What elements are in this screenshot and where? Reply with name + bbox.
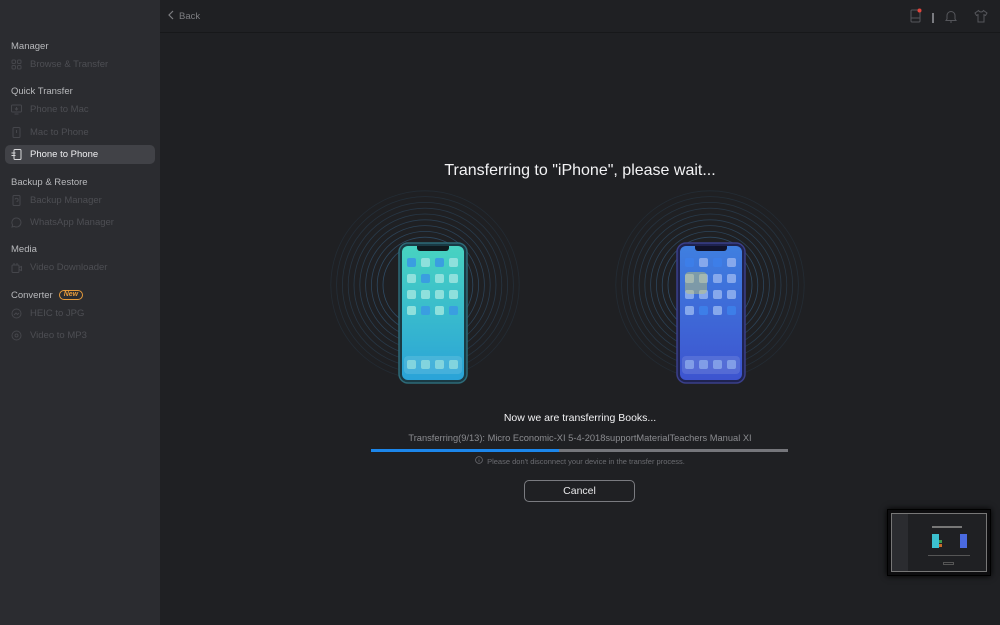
section-title-quick-transfer: Quick Transfer xyxy=(11,86,73,98)
sidebar-item-backup-manager[interactable]: Backup Manager xyxy=(5,191,155,210)
sidebar-item-whatsapp-manager[interactable]: WhatsApp Manager xyxy=(5,213,155,232)
app-icon xyxy=(449,258,458,267)
target-phone xyxy=(676,242,746,389)
phone-transfer-icon xyxy=(11,149,22,161)
app-icon xyxy=(421,274,430,283)
section-title-converter: Converter New xyxy=(0,287,160,304)
tshirt-icon[interactable] xyxy=(974,9,988,28)
app-icon xyxy=(699,258,708,267)
progress-fill xyxy=(371,449,559,452)
app-icon xyxy=(713,306,722,315)
app-icon xyxy=(449,274,458,283)
section-title-manager: Manager xyxy=(11,41,49,52)
app-icon xyxy=(727,258,736,267)
app-icon xyxy=(685,258,694,267)
toolbar-separator xyxy=(932,13,934,23)
monitor-icon xyxy=(11,104,22,115)
backup-icon xyxy=(11,194,22,206)
app-icon xyxy=(435,258,444,267)
section-title-media: Media xyxy=(11,244,37,256)
toolbar-icons xyxy=(910,8,988,28)
grid-icon xyxy=(11,59,22,70)
back-button[interactable]: Back xyxy=(168,10,200,23)
app-icon xyxy=(421,290,430,299)
cancel-button[interactable]: Cancel xyxy=(524,480,635,502)
whatsapp-icon xyxy=(11,217,22,228)
app-icon xyxy=(435,306,444,315)
app-icon xyxy=(435,290,444,299)
topbar: Back xyxy=(160,0,1000,33)
transfer-subtitle: Now we are transferring Books... xyxy=(503,412,657,424)
app-icon xyxy=(449,290,458,299)
transferring-item-icon xyxy=(685,272,707,294)
phone-icon xyxy=(11,126,22,138)
sidebar-item-video-to-mp3[interactable]: Video to MP3 xyxy=(5,326,155,345)
app-icon xyxy=(449,306,458,315)
sidebar-item-mac-to-phone[interactable]: Mac to Phone xyxy=(5,123,155,142)
screen-preview-thumbnail[interactable] xyxy=(887,509,991,576)
app-icon xyxy=(727,290,736,299)
app-icon xyxy=(685,306,694,315)
music-convert-icon xyxy=(11,330,22,341)
app-icon xyxy=(421,258,430,267)
sidebar-item-phone-to-phone[interactable]: Phone to Phone xyxy=(5,145,155,165)
transfer-progress-bar xyxy=(371,449,788,452)
device-icon[interactable] xyxy=(910,8,922,28)
app-icon xyxy=(407,306,416,315)
sidebar-item-heic-to-jpg[interactable]: HEIC to JPG xyxy=(5,304,155,323)
transfer-title: Transferring to "iPhone", please wait... xyxy=(444,162,716,179)
app-icon xyxy=(713,274,722,283)
bell-icon[interactable] xyxy=(944,9,958,28)
download-icon xyxy=(11,262,22,274)
app-icon xyxy=(727,306,736,315)
app-icon xyxy=(421,306,430,315)
sidebar: Manager Browse & Transfer Quick Transfer… xyxy=(0,0,160,625)
main-panel: Back Transferring to "iPhone", please wa… xyxy=(160,0,1000,625)
app-icon xyxy=(727,274,736,283)
app-icon xyxy=(435,274,444,283)
app-icon xyxy=(713,258,722,267)
app-icon xyxy=(407,274,416,283)
info-icon xyxy=(475,456,483,466)
disconnect-warning: Please don't disconnect your device in t… xyxy=(160,456,1000,466)
app-window: Manager Browse & Transfer Quick Transfer… xyxy=(0,0,1000,625)
sidebar-item-video-downloader[interactable]: Video Downloader xyxy=(5,258,155,277)
app-icon xyxy=(713,290,722,299)
app-icon xyxy=(407,258,416,267)
sidebar-item-browse-transfer[interactable]: Browse & Transfer xyxy=(5,55,155,74)
image-convert-icon xyxy=(11,308,22,319)
app-icon xyxy=(407,290,416,299)
new-badge: New xyxy=(58,290,84,301)
sidebar-item-phone-to-mac[interactable]: Phone to Mac xyxy=(5,100,155,119)
chevron-left-icon xyxy=(168,10,174,23)
current-file-label: Transferring(9/13): Micro Economic-XI 5-… xyxy=(408,433,752,443)
section-title-backup-restore: Backup & Restore xyxy=(11,176,88,188)
source-phone xyxy=(398,242,468,389)
app-icon xyxy=(699,306,708,315)
